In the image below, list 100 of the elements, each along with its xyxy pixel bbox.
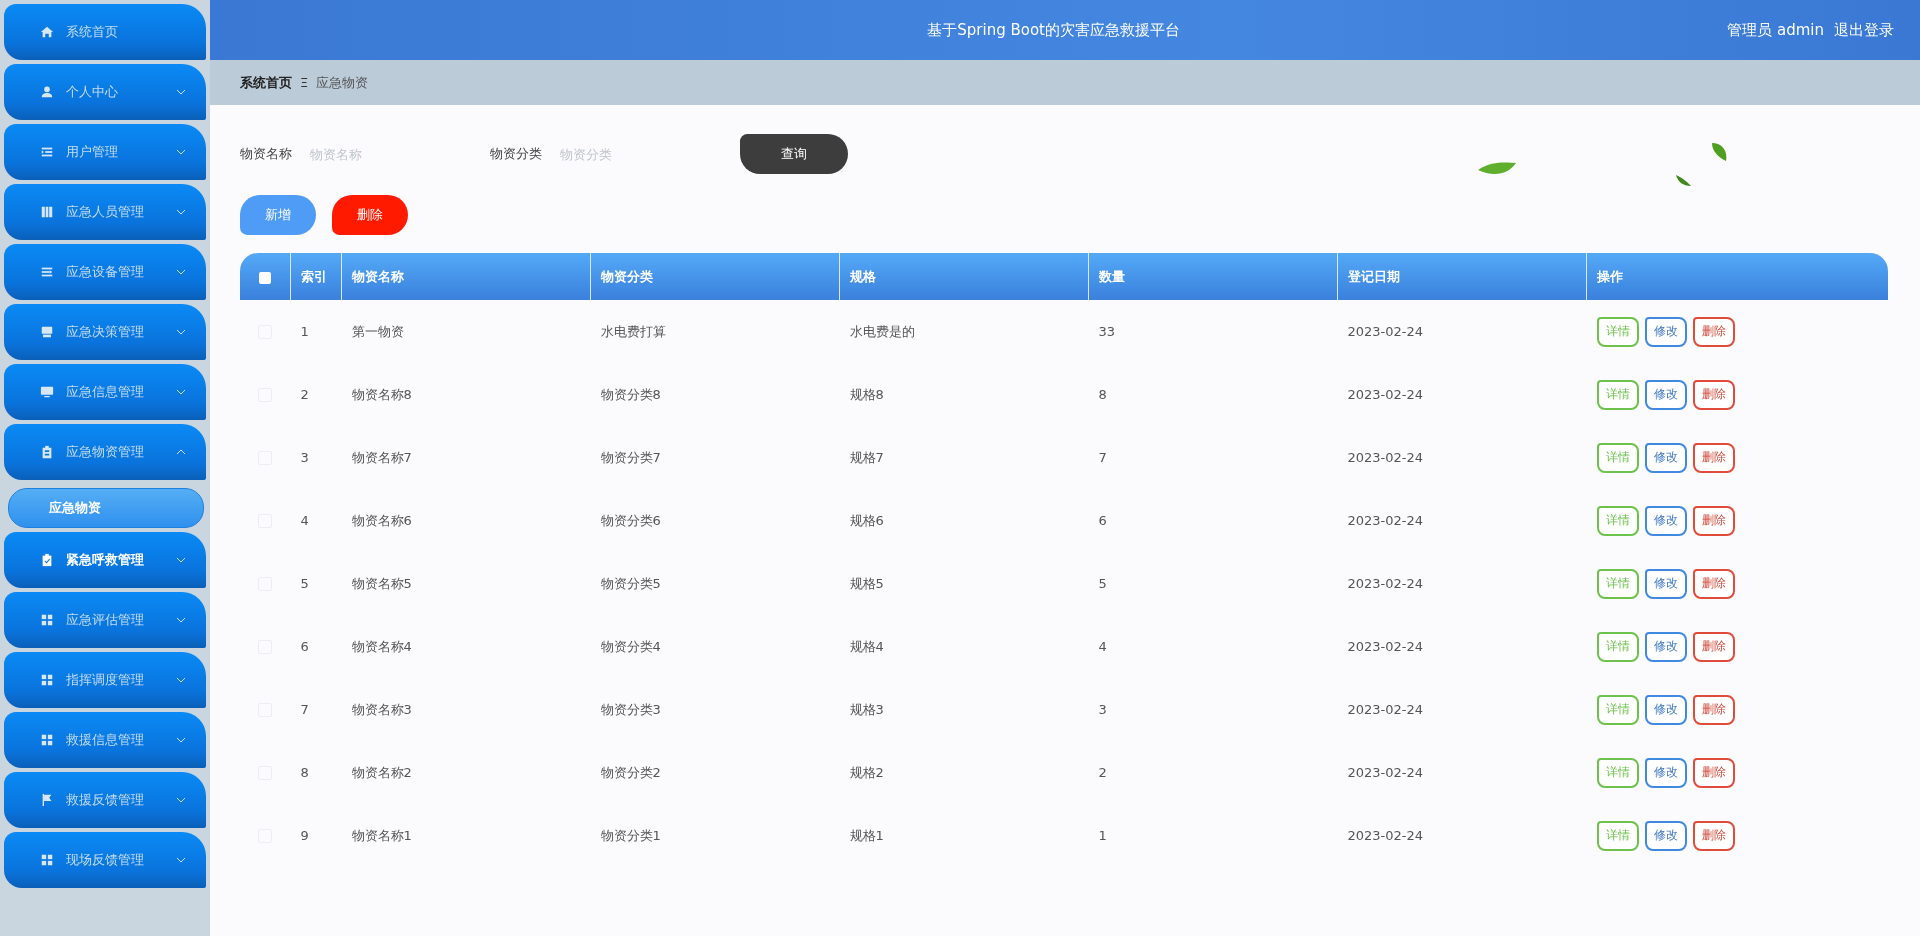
table-cell: 3 [300,450,309,465]
table-cell: 6 [1098,513,1107,528]
delete-button[interactable]: 删除 [1692,505,1735,536]
search-field[interactable]: 物资分类 [558,145,712,163]
menu-item[interactable]: 系统首页 [4,4,206,60]
table-cell: 规格4 [849,638,884,654]
list-icon [40,145,54,159]
column-header: 物资名称 [352,268,404,284]
table-cell: 8 [1098,387,1107,402]
delete-button[interactable]: 删除 [332,195,408,235]
delete-button[interactable]: 删除 [1692,568,1735,599]
grid-icon [40,733,54,747]
edit-button[interactable]: 修改 [1644,631,1687,662]
submenu-item[interactable]: 应急物资 [8,488,204,528]
field-label: 物资名称 [240,145,292,163]
table-cell: 物资分类2 [600,764,661,780]
table-cell: 规格1 [849,827,884,843]
edit-button[interactable]: 修改 [1644,442,1687,473]
home-icon [40,25,54,39]
menu-item[interactable]: 应急人员管理 [4,184,206,240]
column-header: 规格 [850,268,876,284]
add-button[interactable]: 新增 [240,195,316,235]
menu-item[interactable]: 应急评估管理 [4,592,206,648]
table-cell: 物资名称6 [351,512,412,528]
table-cell: 水电费打算 [600,323,666,339]
table-cell: 规格7 [849,449,884,465]
table-cell: 物资分类5 [600,575,661,591]
menu-item[interactable]: 应急设备管理 [4,244,206,300]
column-header: 索引 [301,268,327,284]
delete-button[interactable]: 删除 [1692,757,1735,788]
table-cell: 1 [300,324,309,339]
detail-button[interactable]: 详情 [1596,757,1639,788]
edit-button[interactable]: 修改 [1644,694,1687,725]
table-cell: 物资名称7 [351,449,412,465]
breadcrumb-link[interactable]: 应急物资 [316,73,369,92]
column-header: 数量 [1099,268,1125,284]
table-cell: 物资分类1 [600,827,661,843]
table-cell: 规格2 [849,764,884,780]
menu-item[interactable]: 用户管理 [4,124,206,180]
table-cell: 5 [1098,576,1107,591]
delete-button[interactable]: 删除 [1692,631,1735,662]
table-cell: 5 [300,576,309,591]
detail-button[interactable]: 详情 [1596,631,1639,662]
leaf-drawing [1478,161,1516,176]
columns-icon [40,205,54,219]
edit-button[interactable]: 修改 [1644,757,1687,788]
table-cell: 3 [1098,702,1107,717]
menu-item[interactable]: 指挥调度管理 [4,652,206,708]
clipboard-icon [40,445,54,459]
leaf-drawing [1712,143,1727,161]
search-button[interactable]: 查询 [740,134,848,174]
menu-item[interactable]: 救援反馈管理 [4,772,206,828]
table-cell: 7 [300,702,309,717]
table-cell: 物资名称3 [351,701,412,717]
delete-button[interactable]: 删除 [1692,442,1735,473]
detail-button[interactable]: 详情 [1596,379,1639,410]
site-title: 基于Spring Boot的灾害应急救援平台 [926,20,1181,40]
logout-link[interactable]: 退出登录 [1834,20,1894,40]
detail-button[interactable]: 详情 [1596,505,1639,536]
edit-button[interactable]: 修改 [1644,568,1687,599]
delete-button[interactable]: 删除 [1692,694,1735,725]
table-cell: 1 [1098,828,1107,843]
table-cell: 8 [300,765,309,780]
table-cell: 2 [300,387,309,402]
table-cell: 物资分类3 [600,701,661,717]
breadcrumb-link[interactable]: 系统首页 [240,73,292,92]
grid-icon [40,673,54,687]
table-cell: 2023-02-24 [1347,576,1424,591]
menu-item[interactable]: 紧急呼救管理 [4,532,206,588]
detail-button[interactable]: 详情 [1596,694,1639,725]
table-cell: 9 [300,828,309,843]
detail-button[interactable]: 详情 [1596,442,1639,473]
monitor-icon [40,385,54,399]
table-cell: 物资名称1 [351,827,412,843]
breadcrumb-separator: Ξ [300,75,309,90]
column-header: 操作 [1597,268,1623,284]
select-all-checkbox[interactable] [259,271,271,284]
menu-item[interactable]: 应急信息管理 [4,364,206,420]
table-cell: 物资名称4 [351,638,412,654]
edit-button[interactable]: 修改 [1644,379,1687,410]
menu-item[interactable]: 救援信息管理 [4,712,206,768]
menu-item[interactable]: 应急决策管理 [4,304,206,360]
detail-button[interactable]: 详情 [1596,316,1639,347]
edit-button[interactable]: 修改 [1644,505,1687,536]
table-cell: 2023-02-24 [1347,828,1424,843]
edit-button[interactable]: 修改 [1644,820,1687,851]
delete-button[interactable]: 删除 [1692,820,1735,851]
search-field[interactable]: 物资名称 [308,145,462,163]
menu-item[interactable]: 应急物资管理 [4,424,206,480]
delete-button[interactable]: 删除 [1692,316,1735,347]
menu-item[interactable]: 现场反馈管理 [4,832,206,888]
table-cell: 物资名称8 [351,386,412,402]
table-cell: 2023-02-24 [1347,387,1424,402]
detail-button[interactable]: 详情 [1596,820,1639,851]
table-cell: 2 [1098,765,1107,780]
edit-button[interactable]: 修改 [1644,316,1687,347]
menu-item[interactable]: 个人中心 [4,64,206,120]
table-cell: 2023-02-24 [1347,513,1424,528]
delete-button[interactable]: 删除 [1692,379,1735,410]
detail-button[interactable]: 详情 [1596,568,1639,599]
